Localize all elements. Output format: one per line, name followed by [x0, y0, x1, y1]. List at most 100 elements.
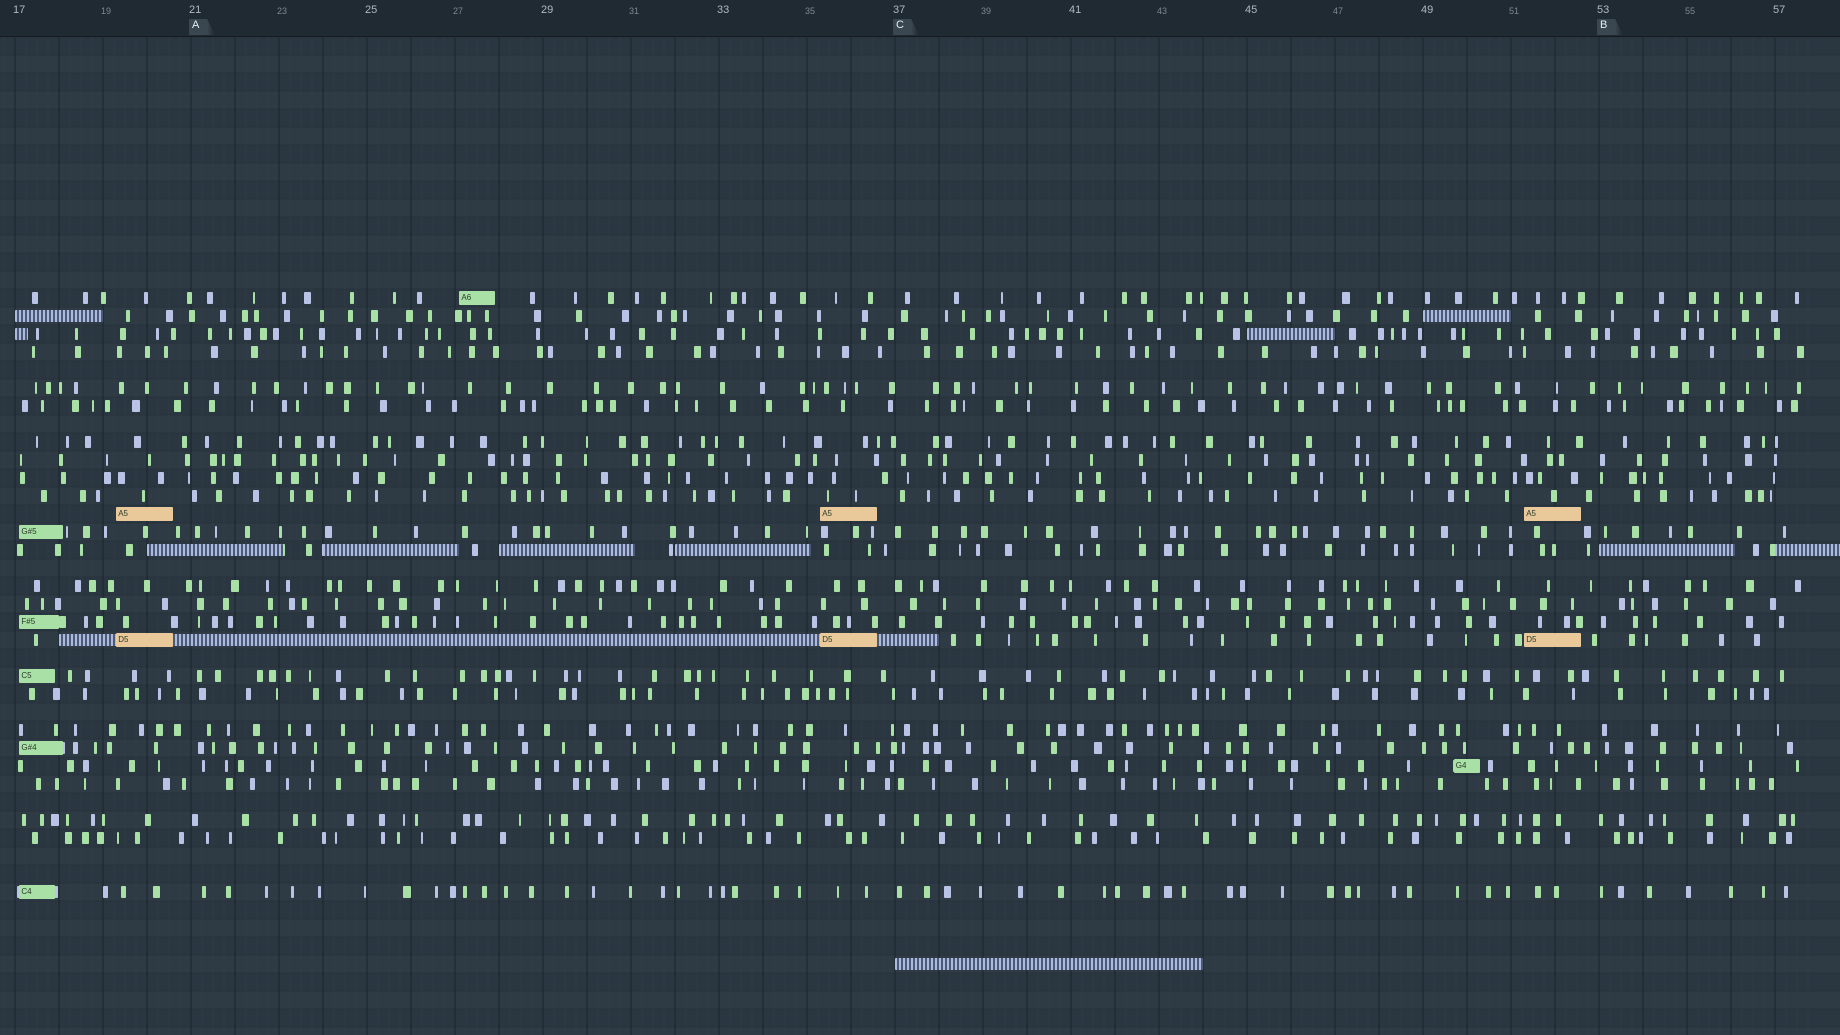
midi-note[interactable]: [1156, 832, 1160, 844]
midi-note[interactable]: [268, 670, 276, 682]
midi-note[interactable]: [581, 400, 588, 412]
midi-note[interactable]: [720, 382, 726, 394]
midi-note[interactable]: [450, 832, 456, 844]
midi-note[interactable]: [1553, 400, 1558, 412]
midi-note[interactable]: [1447, 400, 1452, 412]
midi-note[interactable]: [836, 814, 843, 826]
midi-note[interactable]: [584, 814, 591, 826]
midi-note[interactable]: [1153, 778, 1158, 790]
midi-note[interactable]: [1187, 472, 1191, 484]
midi-note[interactable]: [1341, 832, 1345, 844]
midi-note[interactable]: [1138, 526, 1141, 538]
midi-note[interactable]: [767, 490, 772, 502]
midi-note[interactable]: [600, 580, 604, 592]
midi-note[interactable]: [1074, 832, 1082, 844]
midi-note[interactable]: [646, 454, 651, 466]
midi-note[interactable]: [467, 472, 473, 484]
midi-note[interactable]: [504, 886, 509, 898]
midi-note[interactable]: [119, 328, 127, 340]
midi-note[interactable]: [656, 310, 663, 322]
midi-note[interactable]: [661, 616, 666, 628]
midi-note[interactable]: [617, 490, 622, 502]
midi-note[interactable]: [222, 454, 226, 466]
midi-note[interactable]: [1158, 670, 1165, 682]
midi-note[interactable]: [1006, 814, 1010, 826]
midi-note[interactable]: [461, 490, 468, 502]
midi-note[interactable]: [371, 310, 379, 322]
midi-note[interactable]: [187, 472, 191, 484]
midi-note[interactable]: [276, 472, 283, 484]
midi-note[interactable]: [1666, 400, 1674, 412]
midi-note[interactable]: [688, 526, 695, 538]
midi-note[interactable]: [59, 634, 939, 646]
midi-note[interactable]: [610, 778, 618, 790]
midi-note[interactable]: [1243, 742, 1249, 754]
midi-note[interactable]: [1521, 328, 1525, 340]
midi-note[interactable]: [1707, 688, 1716, 700]
midi-note[interactable]: [1434, 814, 1439, 826]
midi-note[interactable]: [533, 526, 540, 538]
midi-note[interactable]: [1630, 778, 1634, 790]
midi-note[interactable]: [641, 436, 648, 448]
midi-note[interactable]: [1342, 292, 1350, 304]
midi-note[interactable]: [621, 526, 627, 538]
midi-note[interactable]: [387, 436, 391, 448]
midi-note[interactable]: [739, 436, 744, 448]
midi-note[interactable]: [872, 616, 878, 628]
midi-note[interactable]: [1265, 670, 1273, 682]
midi-note[interactable]: [555, 454, 563, 466]
midi-note[interactable]: [1776, 724, 1780, 736]
midi-note[interactable]: [1410, 490, 1413, 502]
midi-note[interactable]: [197, 742, 204, 754]
midi-note[interactable]: [1550, 742, 1553, 754]
midi-note[interactable]: [932, 580, 940, 592]
midi-note[interactable]: [340, 688, 346, 700]
midi-note[interactable]: [306, 490, 314, 502]
midi-note[interactable]: [511, 490, 516, 502]
midi-note[interactable]: [1244, 292, 1248, 304]
midi-note[interactable]: [1122, 724, 1127, 736]
midi-note[interactable]: [1505, 886, 1511, 898]
midi-note[interactable]: [1545, 328, 1551, 340]
midi-note[interactable]: [1628, 634, 1635, 646]
midi-note[interactable]: [1056, 328, 1063, 340]
midi-note[interactable]: [796, 832, 801, 844]
midi-note[interactable]: [209, 454, 217, 466]
midi-note[interactable]: [586, 778, 590, 790]
midi-note[interactable]: [598, 346, 605, 358]
midi-note[interactable]: [984, 472, 992, 484]
midi-note[interactable]: [1222, 688, 1226, 700]
midi-note[interactable]: [135, 688, 140, 700]
midi-note[interactable]: [900, 490, 906, 502]
midi-note[interactable]: [977, 832, 981, 844]
midi-note[interactable]: [1742, 310, 1750, 322]
midi-note[interactable]: [1356, 634, 1362, 646]
midi-note[interactable]: [1195, 814, 1198, 826]
midi-note[interactable]: [447, 346, 452, 358]
midi-note[interactable]: [1427, 382, 1432, 394]
midi-note[interactable]: [75, 580, 82, 592]
midi-note[interactable]: [1586, 490, 1593, 502]
midi-note[interactable]: [1659, 472, 1664, 484]
midi-note[interactable]: [407, 724, 415, 736]
midi-note[interactable]: [1574, 310, 1582, 322]
midi-note[interactable]: [1318, 382, 1324, 394]
midi-note[interactable]: [184, 454, 191, 466]
midi-note[interactable]: [306, 544, 313, 556]
midi-note[interactable]: [1459, 400, 1466, 412]
midi-note[interactable]: [1169, 742, 1173, 754]
midi-note[interactable]: [215, 670, 222, 682]
midi-note[interactable]: [501, 472, 507, 484]
midi-note[interactable]: [1349, 328, 1356, 340]
midi-note[interactable]: [817, 328, 823, 340]
midi-note[interactable]: [1492, 472, 1497, 484]
midi-note[interactable]: [157, 472, 164, 484]
midi-note[interactable]: [1102, 670, 1107, 682]
midi-note[interactable]: [1670, 346, 1678, 358]
midi-note[interactable]: [1540, 544, 1546, 556]
midi-note[interactable]: [636, 778, 641, 790]
midi-note[interactable]: [1125, 760, 1129, 772]
midi-note[interactable]: [1599, 886, 1604, 898]
midi-note[interactable]: [887, 328, 895, 340]
midi-note[interactable]: [726, 310, 735, 322]
